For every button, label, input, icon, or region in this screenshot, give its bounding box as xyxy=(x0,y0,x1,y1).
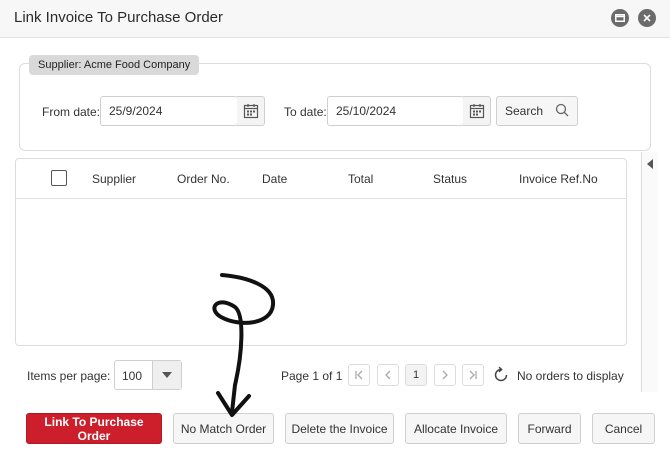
grid-header: Supplier Order No. Date Total Status Inv… xyxy=(16,159,626,199)
column-header-order-no[interactable]: Order No. xyxy=(177,172,230,186)
link-to-purchase-order-button[interactable]: Link To Purchase Order xyxy=(26,413,162,444)
to-date-label: To date: xyxy=(284,105,327,119)
next-page-icon[interactable] xyxy=(434,364,456,386)
restore-icon[interactable] xyxy=(611,9,629,27)
current-page-button[interactable]: 1 xyxy=(405,364,427,386)
column-header-status[interactable]: Status xyxy=(433,172,467,186)
last-page-icon[interactable] xyxy=(462,364,484,386)
page-info: Page 1 of 1 xyxy=(281,369,343,383)
close-icon[interactable] xyxy=(638,9,656,27)
search-icon xyxy=(555,103,569,120)
allocate-invoice-button[interactable]: Allocate Invoice xyxy=(405,413,507,444)
to-calendar-icon[interactable] xyxy=(463,96,491,126)
forward-button[interactable]: Forward xyxy=(518,413,581,444)
side-panel-toggle[interactable] xyxy=(641,152,658,392)
first-page-icon[interactable] xyxy=(348,364,370,386)
page-size-value: 100 xyxy=(122,369,143,383)
search-button-label: Search xyxy=(504,104,544,118)
column-header-total[interactable]: Total xyxy=(348,172,373,186)
refresh-icon[interactable] xyxy=(490,364,512,386)
no-match-order-button[interactable]: No Match Order xyxy=(173,413,274,444)
column-header-supplier[interactable]: Supplier xyxy=(92,172,136,186)
column-header-date[interactable]: Date xyxy=(262,172,287,186)
collapse-arrow-icon xyxy=(647,159,653,169)
items-per-page-label: Items per page: xyxy=(27,369,111,383)
orders-grid: Supplier Order No. Date Total Status Inv… xyxy=(15,158,627,346)
dialog-titlebar: Link Invoice To Purchase Order xyxy=(0,0,670,38)
supplier-tag: Supplier: Acme Food Company xyxy=(29,55,200,75)
cancel-button[interactable]: Cancel xyxy=(592,413,655,444)
page-size-select[interactable]: 100 xyxy=(114,360,182,390)
from-calendar-icon[interactable] xyxy=(237,96,265,126)
chevron-down-icon[interactable] xyxy=(152,361,181,389)
search-button[interactable]: Search xyxy=(496,96,578,126)
delete-invoice-button[interactable]: Delete the Invoice xyxy=(285,413,394,444)
previous-page-icon[interactable] xyxy=(377,364,399,386)
column-header-invoice-ref[interactable]: Invoice Ref.No xyxy=(519,172,598,186)
from-date-label: From date: xyxy=(42,105,101,119)
select-all-checkbox[interactable] xyxy=(51,170,67,186)
pager-status: No orders to display xyxy=(517,369,624,383)
to-date-input[interactable] xyxy=(327,96,464,126)
dialog-title: Link Invoice To Purchase Order xyxy=(14,9,223,26)
from-date-input[interactable] xyxy=(100,96,238,126)
